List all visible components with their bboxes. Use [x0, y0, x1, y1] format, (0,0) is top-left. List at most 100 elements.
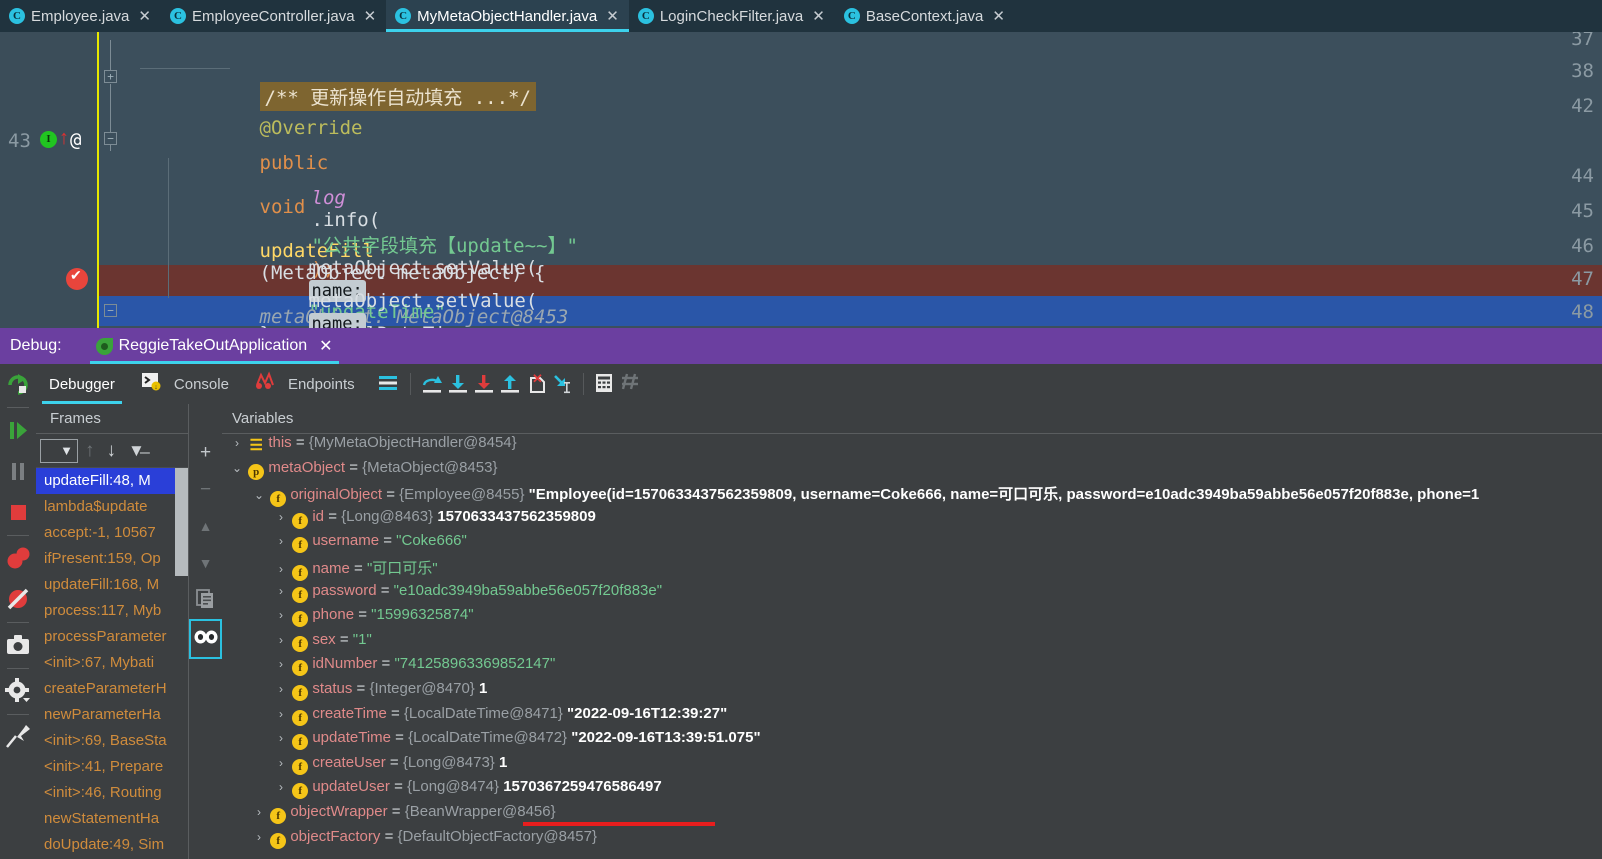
code-content[interactable]: /** 更新操作自动填充 ...*/ @Override public void…	[123, 32, 1602, 328]
chevron-right-icon[interactable]: ›	[274, 534, 288, 548]
chevron-right-icon[interactable]: ›	[274, 584, 288, 598]
pause-program-button[interactable]	[0, 451, 36, 492]
variable-row-updateuser[interactable]: › f updateUser = {Long@8474} 15703672594…	[222, 778, 1602, 803]
chevron-right-icon[interactable]: ›	[274, 756, 288, 770]
view-breakpoints-button[interactable]	[0, 538, 36, 579]
variable-row-name[interactable]: › f name = "可口可乐"	[222, 557, 1602, 582]
chevron-right-icon[interactable]: ›	[274, 682, 288, 696]
chevron-down-icon[interactable]: ⌄	[252, 488, 266, 502]
run-to-cursor-icon[interactable]	[549, 371, 575, 397]
variable-row-createuser[interactable]: › f createUser = {Long@8473} 1	[222, 754, 1602, 779]
frame-item[interactable]: ifPresent:159, Op	[36, 546, 188, 572]
frame-item[interactable]: updateFill:48, M	[36, 468, 188, 494]
frame-item[interactable]: processParameter	[36, 624, 188, 650]
tab-employee-java[interactable]: C Employee.java ✕	[0, 0, 161, 32]
close-icon[interactable]: ✕	[138, 9, 151, 24]
arrow-down-icon[interactable]: ↓	[102, 440, 122, 462]
inspect-button[interactable]	[189, 619, 222, 659]
tab-endpoints[interactable]: Endpoints	[242, 364, 368, 404]
variable-row-idnumber[interactable]: › f idNumber = "741258963369852147"	[222, 655, 1602, 680]
variable-row-objectfactory[interactable]: › f objectFactory = {DefaultObjectFactor…	[222, 828, 1602, 853]
frame-item[interactable]: <init>:69, BaseSta	[36, 728, 188, 754]
screenshot-button[interactable]	[0, 625, 36, 666]
chevron-right-icon[interactable]: ›	[274, 731, 288, 745]
chevron-right-icon[interactable]: ›	[274, 608, 288, 622]
fold-expand-icon[interactable]: +	[104, 70, 117, 83]
fold-collapse-icon-end[interactable]: −	[104, 304, 117, 317]
variable-row-password[interactable]: › f password = "e10adc3949ba59abbe56e057…	[222, 582, 1602, 607]
close-icon[interactable]: ✕	[992, 9, 1005, 24]
frame-item[interactable]: doUpdate:49, Sim	[36, 832, 188, 858]
chevron-right-icon[interactable]: ›	[252, 805, 266, 819]
variable-row-id[interactable]: › f id = {Long@8463} 1570633437562359809	[222, 508, 1602, 533]
thread-selector[interactable]: ▼	[40, 438, 78, 463]
layout-icon[interactable]	[376, 371, 402, 397]
code-editor[interactable]: 37 38 42 43 44 45 46 47 48 I ↑ @ + − − /…	[0, 32, 1602, 328]
funnel-icon[interactable]: ▼̶	[123, 441, 150, 461]
frame-item[interactable]: newStatementHa	[36, 806, 188, 832]
frame-item[interactable]: newParameterHa	[36, 702, 188, 728]
variable-row-metaobject[interactable]: ⌄ p metaObject = {MetaObject@8453}	[222, 459, 1602, 484]
resume-program-button[interactable]	[0, 410, 36, 451]
filter-icon[interactable]	[618, 371, 644, 397]
close-icon[interactable]: ✕	[606, 9, 619, 24]
frame-item[interactable]: createParameterH	[36, 676, 188, 702]
settings-button[interactable]	[0, 671, 36, 712]
move-watch-up-button[interactable]: ▲	[189, 508, 222, 545]
breakpoint-verified-icon[interactable]	[66, 267, 88, 290]
run-method-icon[interactable]: I	[40, 131, 57, 148]
frame-item[interactable]: <init>:41, Prepare	[36, 754, 188, 780]
chevron-right-icon[interactable]: ›	[274, 707, 288, 721]
remove-watch-button[interactable]: −	[189, 471, 222, 508]
chevron-right-icon[interactable]: ›	[230, 436, 244, 450]
drop-frame-icon[interactable]: ✕	[523, 371, 549, 397]
chevron-right-icon[interactable]: ›	[274, 562, 288, 576]
frame-item[interactable]: lambda$update	[36, 494, 188, 520]
chevron-right-icon[interactable]: ›	[274, 657, 288, 671]
mute-breakpoints-button[interactable]	[0, 579, 36, 620]
frame-item[interactable]: accept:-1, 10567	[36, 520, 188, 546]
close-icon[interactable]: ✕	[364, 9, 377, 24]
tab-debugger[interactable]: Debugger	[36, 364, 128, 404]
tab-mymetaobjecthandler-java[interactable]: C MyMetaObjectHandler.java ✕	[386, 0, 629, 32]
debug-session-tab[interactable]: ReggieTakeOutApplication ✕	[89, 328, 339, 364]
tab-employeecontroller-java[interactable]: C EmployeeController.java ✕	[161, 0, 386, 32]
variable-row-updatetime[interactable]: › f updateTime = {LocalDateTime@8472} "2…	[222, 729, 1602, 754]
tab-console[interactable]: ↓ Console	[128, 364, 242, 404]
variable-row-status[interactable]: › f status = {Integer@8470} 1	[222, 680, 1602, 705]
chevron-right-icon[interactable]: ›	[252, 830, 266, 844]
variable-row-phone[interactable]: › f phone = "15996325874"	[222, 606, 1602, 631]
chevron-right-icon[interactable]: ›	[274, 780, 288, 794]
close-icon[interactable]: ✕	[319, 336, 332, 356]
calculator-icon[interactable]	[592, 371, 618, 397]
variables-list[interactable]: › ☰ this = {MyMetaObjectHandler@8454} ⌄ …	[222, 434, 1602, 859]
copy-value-button[interactable]	[189, 582, 222, 619]
frame-item[interactable]: <init>:46, Routing	[36, 780, 188, 806]
add-watch-button[interactable]: +	[189, 434, 222, 471]
frames-list[interactable]: updateFill:48, M lambda$update accept:-1…	[36, 468, 188, 859]
frame-item[interactable]: <init>:67, Mybati	[36, 650, 188, 676]
variable-row-this[interactable]: › ☰ this = {MyMetaObjectHandler@8454}	[222, 434, 1602, 459]
force-step-into-icon[interactable]	[471, 371, 497, 397]
variable-row-username[interactable]: › f username = "Coke666"	[222, 532, 1602, 557]
variables-panel[interactable]: Variables › ☰ this = {MyMetaObjectHandle…	[222, 404, 1602, 859]
fold-collapse-icon[interactable]: −	[104, 132, 117, 145]
variable-row-createtime[interactable]: › f createTime = {LocalDateTime@8471} "2…	[222, 705, 1602, 730]
frames-scrollbar[interactable]	[175, 468, 188, 576]
chevron-right-icon[interactable]: ›	[274, 510, 288, 524]
step-into-icon[interactable]	[445, 371, 471, 397]
variable-row-sex[interactable]: › f sex = "1"	[222, 631, 1602, 656]
arrow-up-icon[interactable]: ↑	[80, 440, 100, 462]
move-watch-down-button[interactable]: ▼	[189, 545, 222, 582]
chevron-right-icon[interactable]: ›	[274, 633, 288, 647]
frame-item[interactable]: updateFill:168, M	[36, 572, 188, 598]
tab-logincheckfilter-java[interactable]: C LoginCheckFilter.java ✕	[629, 0, 835, 32]
pin-tab-button[interactable]	[0, 717, 36, 758]
chevron-down-icon[interactable]: ⌄	[230, 461, 244, 475]
tab-basecontext-java[interactable]: C BaseContext.java ✕	[835, 0, 1015, 32]
step-out-icon[interactable]	[497, 371, 523, 397]
variable-row-originalobject[interactable]: ⌄ f originalObject = {Employee@8455} "Em…	[222, 483, 1602, 508]
rerun-button[interactable]	[0, 364, 36, 405]
variable-row-objectwrapper[interactable]: › f objectWrapper = {BeanWrapper@8456}	[222, 803, 1602, 828]
stop-button[interactable]	[0, 492, 36, 533]
